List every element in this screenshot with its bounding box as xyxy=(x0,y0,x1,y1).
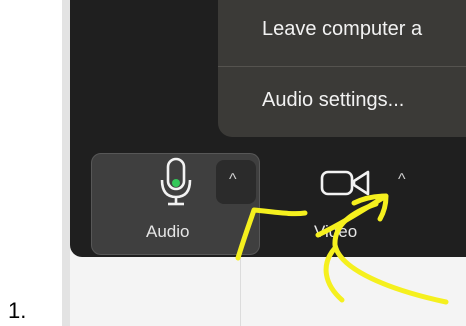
arrow-to-audio-options xyxy=(235,207,308,261)
annotation-arrows xyxy=(235,193,449,305)
